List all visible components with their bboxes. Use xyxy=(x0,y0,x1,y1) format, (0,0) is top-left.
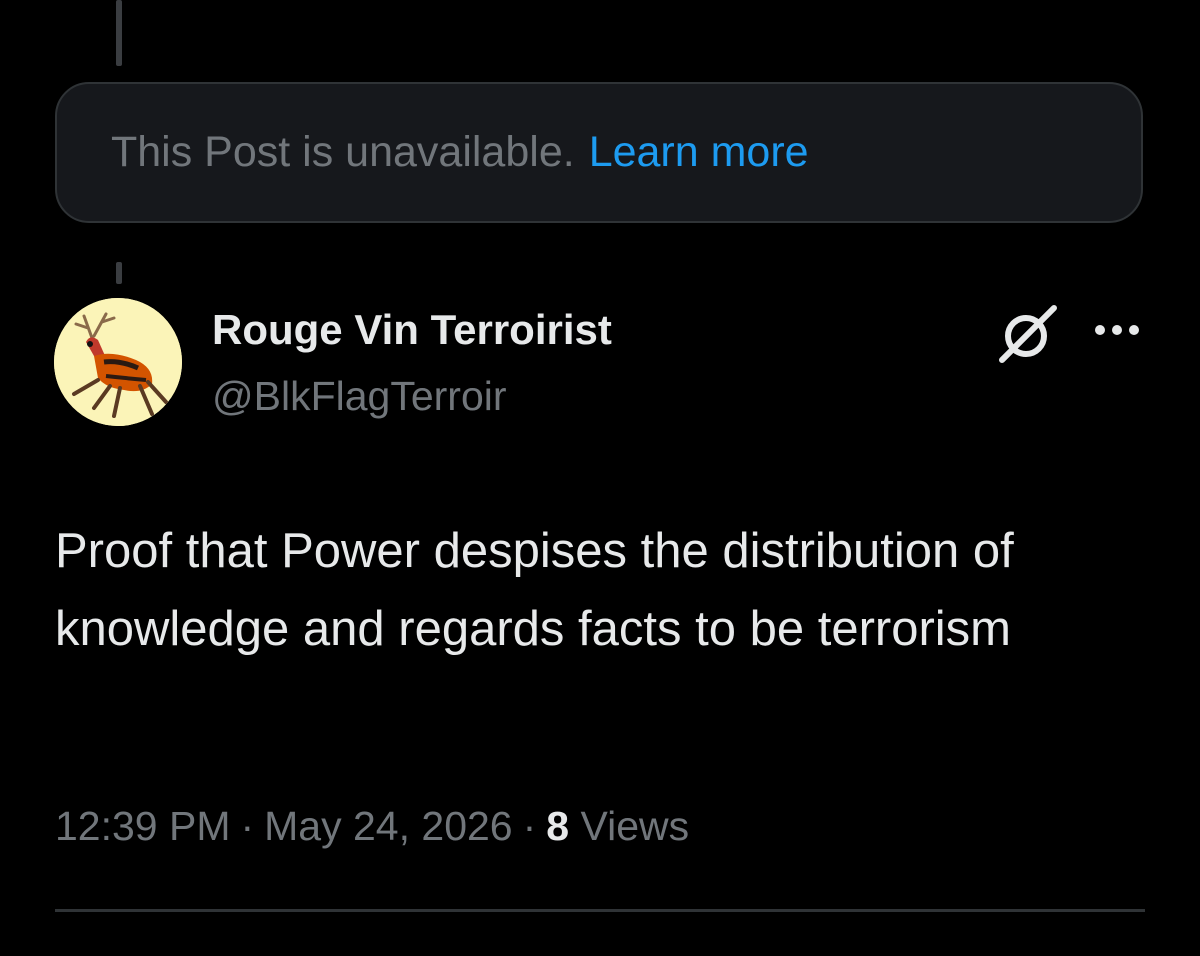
views-count[interactable]: 8 xyxy=(546,803,569,849)
grok-icon[interactable] xyxy=(996,304,1060,364)
avatar-deer-image xyxy=(54,298,182,426)
post-time[interactable]: 12:39 PM xyxy=(55,803,231,849)
post-text: Proof that Power despises the distributi… xyxy=(55,524,1014,656)
post-metadata: 12:39 PM · May 24, 2026 · 8 Views xyxy=(55,798,689,854)
avatar[interactable] xyxy=(54,298,182,426)
learn-more-link[interactable]: Learn more xyxy=(589,128,809,177)
meta-separator: · xyxy=(522,803,537,849)
divider xyxy=(55,909,1145,912)
thread-connector-line xyxy=(116,0,122,66)
unavailable-message: This Post is unavailable. xyxy=(111,128,575,176)
thread-connector-line xyxy=(116,262,122,284)
post-detail-page: This Post is unavailable. Learn more Rou… xyxy=(0,0,1200,956)
unavailable-post-notice: This Post is unavailable. Learn more xyxy=(55,82,1143,223)
views-label[interactable]: Views xyxy=(580,803,689,849)
more-options-icon[interactable] xyxy=(1092,320,1142,340)
author-handle[interactable]: @BlkFlagTerroir xyxy=(212,370,507,422)
author-display-name[interactable]: Rouge Vin Terroirist xyxy=(212,304,612,356)
meta-separator: · xyxy=(240,803,255,849)
post-date[interactable]: May 24, 2026 xyxy=(264,803,512,849)
